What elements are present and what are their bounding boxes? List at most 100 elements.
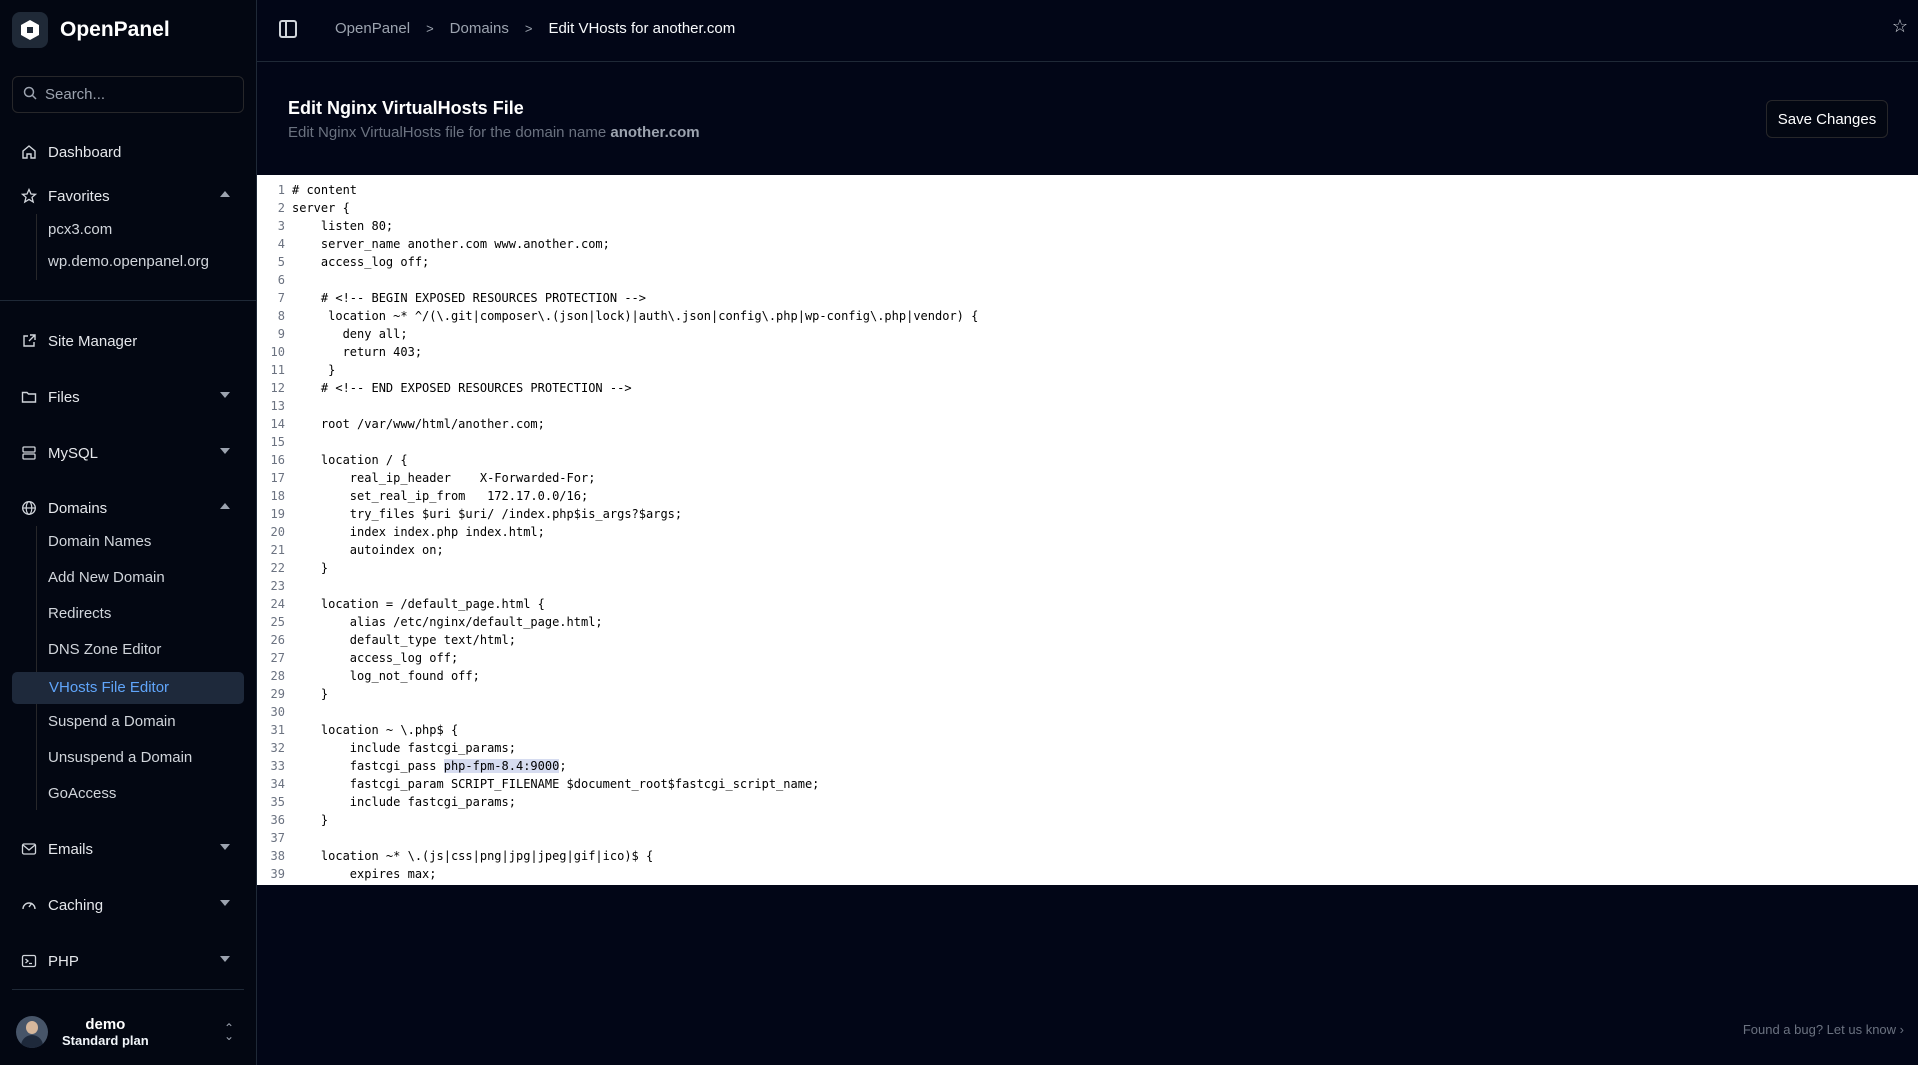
user-menu[interactable]: demo Standard plan ⌃ ⌄ [16,1010,242,1054]
code-line[interactable]: } [292,811,978,829]
sidebar-item-domains[interactable]: Domains [12,492,244,524]
line-number: 9 [277,327,285,341]
line-number: 17 [270,471,285,485]
favorite-item[interactable]: pcx3.com [48,216,112,244]
line-number: 4 [277,237,285,251]
domain-menu-item[interactable]: Unsuspend a Domain [48,744,192,772]
domain-menu-item[interactable]: DNS Zone Editor [48,636,161,664]
sidebar-item-mysql[interactable]: MySQL [12,437,244,469]
code-line[interactable]: server_name another.com www.another.com; [292,235,978,253]
line-number: 11 [270,363,285,377]
database-icon [20,444,38,462]
sidebar-item-caching[interactable]: Caching [12,889,244,921]
sidebar-item-site-manager[interactable]: Site Manager [12,325,244,357]
sidebar-item-favorites[interactable]: Favorites [12,180,244,212]
save-changes-button[interactable]: Save Changes [1766,100,1888,138]
code-line[interactable]: return 403; [292,343,978,361]
code-line[interactable]: index index.php index.html; [292,523,978,541]
domain-menu-item[interactable]: Redirects [48,600,111,628]
line-number: 30 [270,705,285,719]
sidebar-item-files[interactable]: Files [12,381,244,413]
code-line[interactable] [292,271,978,289]
line-number: 39 [270,867,285,881]
line-number: 16 [270,453,285,467]
sidebar-item-label: Domains [48,499,108,517]
code-line[interactable]: log_not_found off; [292,667,978,685]
favorite-item[interactable]: wp.demo.openpanel.org [48,248,209,276]
line-number: 3 [277,219,285,233]
code-line[interactable] [292,397,978,415]
app-logo[interactable]: OpenPanel [12,12,170,48]
code-line[interactable] [292,577,978,595]
favorite-star-icon[interactable]: ☆ [1892,16,1908,37]
line-number: 29 [270,687,285,701]
sidebar-item-dashboard[interactable]: Dashboard [12,136,244,168]
code-line[interactable]: fastcgi_pass php-fpm-8.4:9000; [292,757,978,775]
terminal-icon [20,952,38,970]
search-input[interactable] [45,86,235,103]
code-line[interactable]: default_type text/html; [292,631,978,649]
code-line[interactable]: include fastcgi_params; [292,739,978,757]
code-line[interactable]: server { [292,199,978,217]
chevron-down-icon [220,956,230,962]
line-number: 19 [270,507,285,521]
code-line[interactable]: location / { [292,451,978,469]
code-line[interactable]: } [292,559,978,577]
code-line[interactable]: fastcgi_param SCRIPT_FILENAME $document_… [292,775,978,793]
code-line[interactable]: # <!-- BEGIN EXPOSED RESOURCES PROTECTIO… [292,289,978,307]
code-line[interactable]: try_files $uri $uri/ /index.php$is_args?… [292,505,978,523]
code-line[interactable]: access_log off; [292,649,978,667]
sidebar-toggle-icon[interactable] [279,20,297,38]
breadcrumb-item[interactable]: Domains [450,20,509,37]
code-line[interactable]: listen 80; [292,217,978,235]
code-line[interactable]: alias /etc/nginx/default_page.html; [292,613,978,631]
line-number: 15 [270,435,285,449]
sidebar-item-label: Files [48,388,80,406]
breadcrumb-item[interactable]: OpenPanel [335,20,410,37]
code-line[interactable]: real_ip_header X-Forwarded-For; [292,469,978,487]
globe-icon [20,499,38,517]
code-line[interactable] [292,433,978,451]
code-content[interactable]: # content server { listen 80; server_name… [292,181,978,883]
subtitle-text: Edit Nginx VirtualHosts file for the dom… [288,124,611,141]
code-line[interactable]: root /var/www/html/another.com; [292,415,978,433]
line-number: 14 [270,417,285,431]
code-line[interactable]: autoindex on; [292,541,978,559]
chevron-up-icon [220,191,230,197]
line-number: 32 [270,741,285,755]
code-line[interactable]: location ~* ^/(\.git|composer\.(json|loc… [292,307,978,325]
report-bug-link[interactable]: Found a bug? Let us know › [1743,1022,1904,1037]
code-line[interactable]: # content [292,181,978,199]
line-number: 28 [270,669,285,683]
code-line[interactable]: location ~ \.php$ { [292,721,978,739]
code-line[interactable] [292,829,978,847]
line-number: 6 [277,273,285,287]
code-line[interactable]: set_real_ip_from 172.17.0.0/16; [292,487,978,505]
sidebar-item-label: Caching [48,896,104,914]
code-line[interactable]: expires max; [292,865,978,883]
divider [0,300,256,301]
search-box[interactable] [12,76,244,113]
domain-menu-item[interactable]: GoAccess [48,780,116,808]
line-number: 2 [277,201,285,215]
code-line[interactable]: # <!-- END EXPOSED RESOURCES PROTECTION … [292,379,978,397]
code-editor[interactable]: 1 2 3 4 5 6 7 8 9 10 11 12 13 14 15 16 17 18 19 20 21 22 23 24 2… [257,175,1918,885]
code-line[interactable]: } [292,361,978,379]
domain-menu-item[interactable]: Domain Names [48,528,151,556]
code-line[interactable]: include fastcgi_params; [292,793,978,811]
line-number: 24 [270,597,285,611]
code-line[interactable]: access_log off; [292,253,978,271]
code-line[interactable]: } [292,685,978,703]
code-line[interactable] [292,703,978,721]
line-number: 21 [270,543,285,557]
line-number: 35 [270,795,285,809]
sidebar-item-php[interactable]: PHP [12,945,244,977]
line-number: 31 [270,723,285,737]
domain-menu-item[interactable]: Add New Domain [48,564,165,592]
domain-menu-item[interactable]: Suspend a Domain [48,708,176,736]
code-line[interactable]: location = /default_page.html { [292,595,978,613]
code-line[interactable]: location ~* \.(js|css|png|jpg|jpeg|gif|i… [292,847,978,865]
code-line[interactable]: deny all; [292,325,978,343]
sidebar-item-emails[interactable]: Emails [12,833,244,865]
domain-menu-item-active[interactable]: VHosts File Editor [12,672,244,704]
